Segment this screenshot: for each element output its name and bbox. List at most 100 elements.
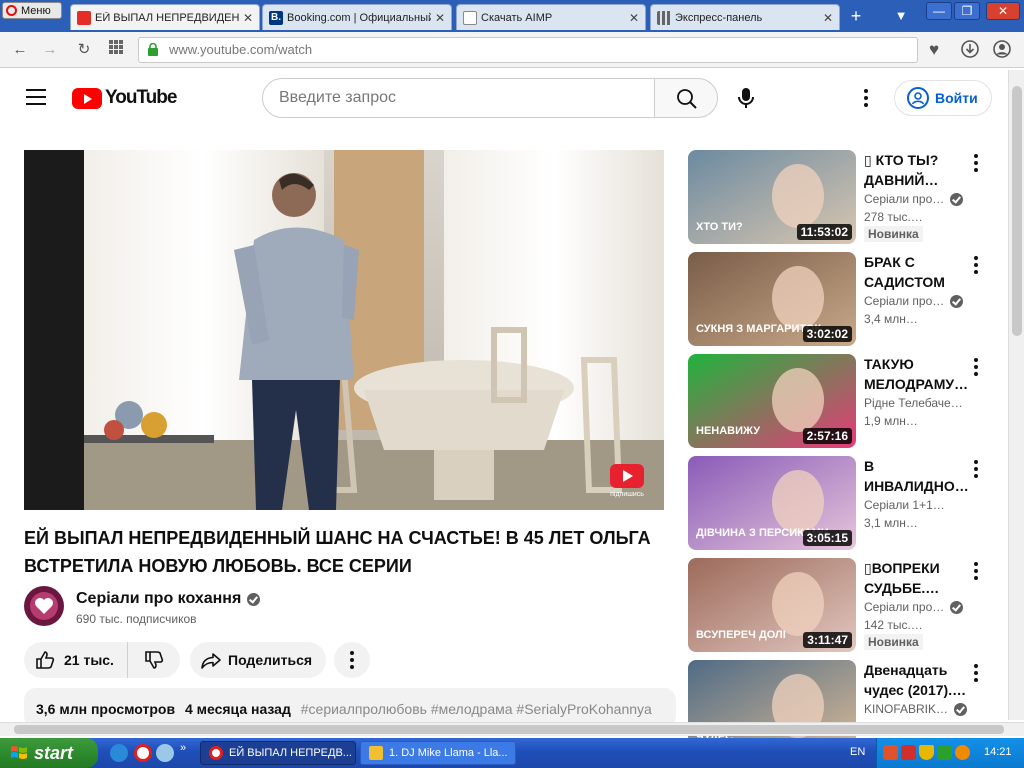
more-vertical-icon[interactable] [974, 460, 978, 478]
recommended-video-thumbnail[interactable]: СУКНЯ З МАРГАРИТОК 3:02:02 [688, 252, 856, 346]
desktop-quicklaunch-icon[interactable] [156, 744, 174, 762]
thumbnail-caption: ХТО ТИ? [696, 221, 743, 233]
recommended-channel[interactable]: Серіали 1+1… [864, 498, 968, 512]
sign-in-button[interactable]: Войти [894, 80, 992, 116]
search-icon[interactable] [955, 745, 970, 760]
horizontal-scrollbar-thumb[interactable] [14, 725, 1004, 734]
close-tab-icon[interactable]: ✕ [435, 11, 445, 25]
recommended-video-thumbnail[interactable]: НЕНАВИЖУ 2:57:16 [688, 354, 856, 448]
search-input[interactable]: Введите запрос [262, 78, 655, 118]
recommended-video-item[interactable]: ВСУПЕРЕЧ ДОЛІ 3:11:47 ▯ВОПРЕКИ СУДЬБЕ.… Сер… [688, 558, 988, 652]
address-field[interactable]: www.youtube.com/watch [138, 37, 918, 63]
menu-hamburger-icon[interactable] [26, 89, 46, 105]
internet-explorer-icon[interactable] [110, 744, 128, 762]
taskbar-item-label: 1. DJ Mike Llama - Lla... [389, 747, 508, 759]
recommended-video-item[interactable]: СУКНЯ З МАРГАРИТОК 3:02:02 БРАК С САДИСТОМ… [688, 252, 988, 346]
minimize-window-button[interactable]: — [926, 2, 952, 20]
language-indicator[interactable]: EN [850, 746, 865, 758]
recommended-video-title[interactable]: ▯ВОПРЕКИ СУДЬБЕ.… [864, 558, 968, 598]
recommended-channel-text: KINOFABRIK… [864, 702, 949, 716]
hashtags[interactable]: #сериалпролюбовь #мелодрама #SerialyProK… [301, 701, 652, 717]
heart-bookmark-icon[interactable]: ♥ [924, 40, 944, 60]
video-player[interactable]: підпишись [24, 150, 664, 510]
recommended-video-thumbnail[interactable]: ХТО ТИ? 11:53:02 [688, 150, 856, 244]
maximize-window-button[interactable]: ❐ [954, 2, 980, 20]
tab-booking[interactable]: B. Booking.com | Официальный ✕ [262, 4, 452, 30]
settings-more-icon[interactable] [864, 89, 868, 107]
more-vertical-icon[interactable] [974, 358, 978, 376]
horizontal-scrollbar[interactable] [0, 722, 1024, 736]
recommended-video-title[interactable]: Двенадцать чудес (2017).… [864, 660, 968, 700]
recommended-view-count: 278 тыс.… [864, 210, 923, 224]
video-duration: 3:05:15 [802, 530, 852, 546]
recommended-video-thumbnail[interactable]: ВСУПЕРЕЧ ДОЛІ 3:11:47 [688, 558, 856, 652]
recommended-video-item[interactable]: ДІВЧИНА З ПЕРСИКАМИ 3:05:15 В ИНВАЛИДНО… Се… [688, 456, 988, 550]
subscribe-watermark-label: підпишись [610, 490, 644, 498]
tab-aimp[interactable]: Скачать AIMP ✕ [456, 4, 646, 30]
recommended-channel[interactable]: KINOFABRIK… [864, 702, 968, 716]
close-window-button[interactable]: ✕ [986, 2, 1020, 20]
more-vertical-icon[interactable] [974, 562, 978, 580]
search-button[interactable] [654, 78, 718, 118]
channel-name[interactable]: Серіали про кохання [76, 590, 261, 608]
recommended-video-title[interactable]: ТАКУЮ МЕЛОДРАМУ… [864, 354, 968, 394]
close-tab-icon[interactable]: ✕ [823, 11, 833, 25]
view-count: 3,6 млн просмотров [36, 701, 176, 717]
page-favicon-icon [463, 10, 477, 25]
quicklaunch-more-icon[interactable]: » [180, 742, 186, 754]
more-vertical-icon[interactable] [974, 154, 978, 172]
tray-app-icon[interactable] [883, 745, 898, 760]
youtube-favicon-icon [77, 10, 91, 25]
account-icon[interactable] [992, 40, 1012, 60]
vertical-scrollbar[interactable] [1008, 70, 1024, 720]
more-vertical-icon[interactable] [974, 256, 978, 274]
shield-icon[interactable] [919, 745, 934, 760]
recommended-channel[interactable]: Серіали про… [864, 192, 968, 206]
share-button[interactable]: Поделиться [190, 642, 326, 678]
more-actions-button[interactable] [334, 642, 370, 678]
taskbar-item-opera[interactable]: ЕЙ ВЫПАЛ НЕПРЕДВ... [200, 741, 356, 765]
recommended-video-thumbnail[interactable]: ДІВЧИНА З ПЕРСИКАМИ 3:05:15 [688, 456, 856, 550]
taskbar-item-aimp[interactable]: 1. DJ Mike Llama - Lla... [360, 741, 516, 765]
subscribe-watermark-icon[interactable]: підпишись [602, 462, 652, 498]
tab-speed-dial[interactable]: Экспресс-панель ✕ [650, 4, 840, 30]
like-button[interactable]: 21 тыс. [24, 642, 128, 678]
voice-search-button[interactable] [730, 82, 762, 114]
download-icon[interactable] [960, 40, 980, 60]
recommended-video-title[interactable]: В ИНВАЛИДНО… [864, 456, 968, 496]
subscriber-count: 690 тыс. подписчиков [76, 612, 197, 626]
tray-security-icon[interactable] [901, 745, 916, 760]
tab-youtube[interactable]: ЕЙ ВЫПАЛ НЕПРЕДВИДЕННЫЙ ✕ [70, 4, 260, 30]
opera-menu-button[interactable]: Меню [2, 2, 62, 19]
recommended-channel[interactable]: Серіали про… [864, 600, 968, 614]
recommended-channel-text: Серіали про… [864, 294, 945, 308]
recommended-video-item[interactable]: ХТО ТИ? 11:53:02 ▯ КТО ТЫ? ДАВНИЙ… Серіали … [688, 150, 988, 244]
tray-network-icon[interactable] [937, 745, 952, 760]
recommended-channel[interactable]: Серіали про… [864, 294, 968, 308]
start-button[interactable]: start [0, 738, 98, 768]
close-tab-icon[interactable]: ✕ [243, 11, 253, 25]
forward-arrow-icon[interactable]: → [40, 40, 60, 60]
speed-dial-grid-icon[interactable] [106, 40, 126, 60]
new-badge: Новинка [864, 226, 923, 242]
youtube-logo[interactable]: YouTube [72, 86, 177, 110]
vertical-scrollbar-thumb[interactable] [1012, 86, 1022, 336]
more-vertical-icon[interactable] [974, 664, 978, 682]
recommended-video-title[interactable]: БРАК С САДИСТОМ И… [864, 252, 968, 292]
reload-icon[interactable]: ↻ [74, 40, 94, 60]
dislike-button[interactable] [128, 642, 180, 678]
video-duration: 11:53:02 [796, 224, 852, 240]
channel-avatar[interactable] [24, 586, 64, 626]
recommended-view-count: 142 тыс.… [864, 618, 923, 632]
video-frame [24, 150, 664, 510]
recommended-video-item[interactable]: НЕНАВИЖУ 2:57:16 ТАКУЮ МЕЛОДРАМУ… Рідне Тел… [688, 354, 988, 448]
recommended-video-title[interactable]: ▯ КТО ТЫ? ДАВНИЙ… [864, 150, 968, 190]
browser-navbar: ← → ↻ www.youtube.com/watch ♥ [0, 32, 1024, 68]
recommended-channel[interactable]: Рідне Телебачен… [864, 396, 968, 410]
back-arrow-icon[interactable]: ← [10, 40, 30, 60]
close-tab-icon[interactable]: ✕ [629, 11, 639, 25]
video-duration: 3:11:47 [803, 632, 852, 648]
tab-menu-chevron-icon[interactable]: ▼ [890, 6, 912, 26]
new-tab-button[interactable]: + [846, 6, 866, 26]
opera-quicklaunch-icon[interactable] [134, 744, 152, 762]
